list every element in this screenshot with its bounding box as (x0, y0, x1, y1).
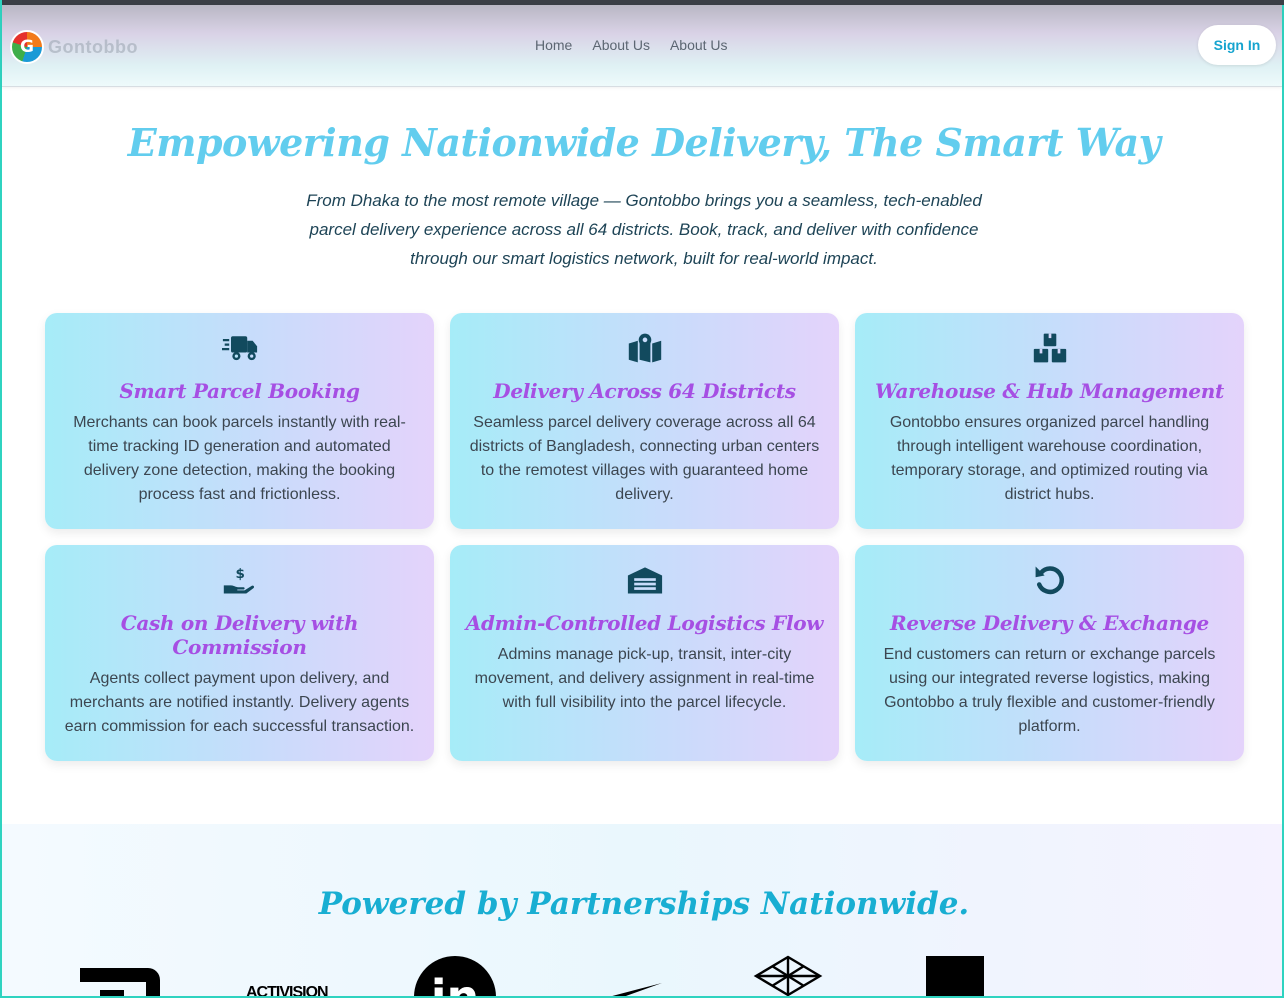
svg-text:$: $ (235, 566, 244, 582)
nav-link-about-us[interactable]: About Us (592, 37, 650, 53)
feature-title: Warehouse & Hub Management (875, 379, 1224, 403)
geometric-logo (752, 954, 824, 996)
feature-title: Delivery Across 64 Districts (493, 379, 796, 403)
brand-name: Gontobbo (48, 36, 138, 57)
nav-link-home[interactable]: Home (535, 37, 572, 53)
nav-links: Home About Us About Us (535, 37, 728, 53)
boxes-stacked-icon (869, 331, 1230, 365)
feature-card: Admin-Controlled Logistics Flow Admins m… (450, 545, 839, 761)
features-grid: Smart Parcel Booking Merchants can book … (45, 313, 1245, 761)
feature-description: Seamless parcel delivery coverage across… (469, 414, 820, 503)
map-location-icon (464, 331, 825, 365)
navbar: G Gontobbo Home About Us About Us Sign I… (2, 5, 1282, 87)
sign-in-button[interactable]: Sign In (1198, 25, 1276, 65)
abbott-logo (80, 964, 162, 996)
feature-card: Warehouse & Hub Management Gontobbo ensu… (855, 313, 1244, 529)
feature-description: Merchants can book parcels instantly wit… (73, 414, 406, 503)
feature-description: Admins manage pick-up, transit, inter-ci… (474, 646, 815, 711)
partners-section: Powered by Partnerships Nationwide. ACTI… (2, 824, 1282, 996)
hero-title: Empowering Nationwide Delivery, The Smar… (127, 120, 1161, 165)
brand-logo[interactable]: G Gontobbo (10, 30, 138, 64)
nike-logo (580, 978, 664, 996)
feature-card: Reverse Delivery & Exchange End customer… (855, 545, 1244, 761)
feature-title: Cash on Delivery with Commission (120, 611, 359, 659)
nav-link-about-us-2[interactable]: About Us (670, 37, 728, 53)
feature-title: Smart Parcel Booking (119, 379, 360, 403)
activision-logo: ACTIVISION (246, 984, 329, 996)
feature-description: End customers can return or exchange par… (883, 646, 1216, 735)
feature-title: Reverse Delivery & Exchange (890, 611, 1209, 635)
feature-title: Admin-Controlled Logistics Flow (465, 611, 824, 635)
feature-card: Smart Parcel Booking Merchants can book … (45, 313, 434, 529)
linkedin-logo: in (414, 956, 496, 996)
feature-description: Gontobbo ensures organized parcel handli… (889, 414, 1210, 503)
feature-card: Delivery Across 64 Districts Seamless pa… (450, 313, 839, 529)
truck-fast-icon (59, 331, 420, 365)
hero-subtitle: From Dhaka to the most remote village — … (306, 191, 982, 268)
partners-title: Powered by Partnerships Nationwide. (318, 886, 970, 922)
warehouse-icon (464, 563, 825, 597)
feature-card: $ Cash on Delivery with Commission Agent… (45, 545, 434, 761)
logo-mark-icon: G (10, 30, 44, 64)
feature-description: Agents collect payment upon delivery, an… (64, 670, 415, 735)
hand-holding-dollar-icon: $ (59, 563, 420, 597)
square-logo (926, 956, 984, 996)
rotate-left-icon (869, 563, 1230, 597)
